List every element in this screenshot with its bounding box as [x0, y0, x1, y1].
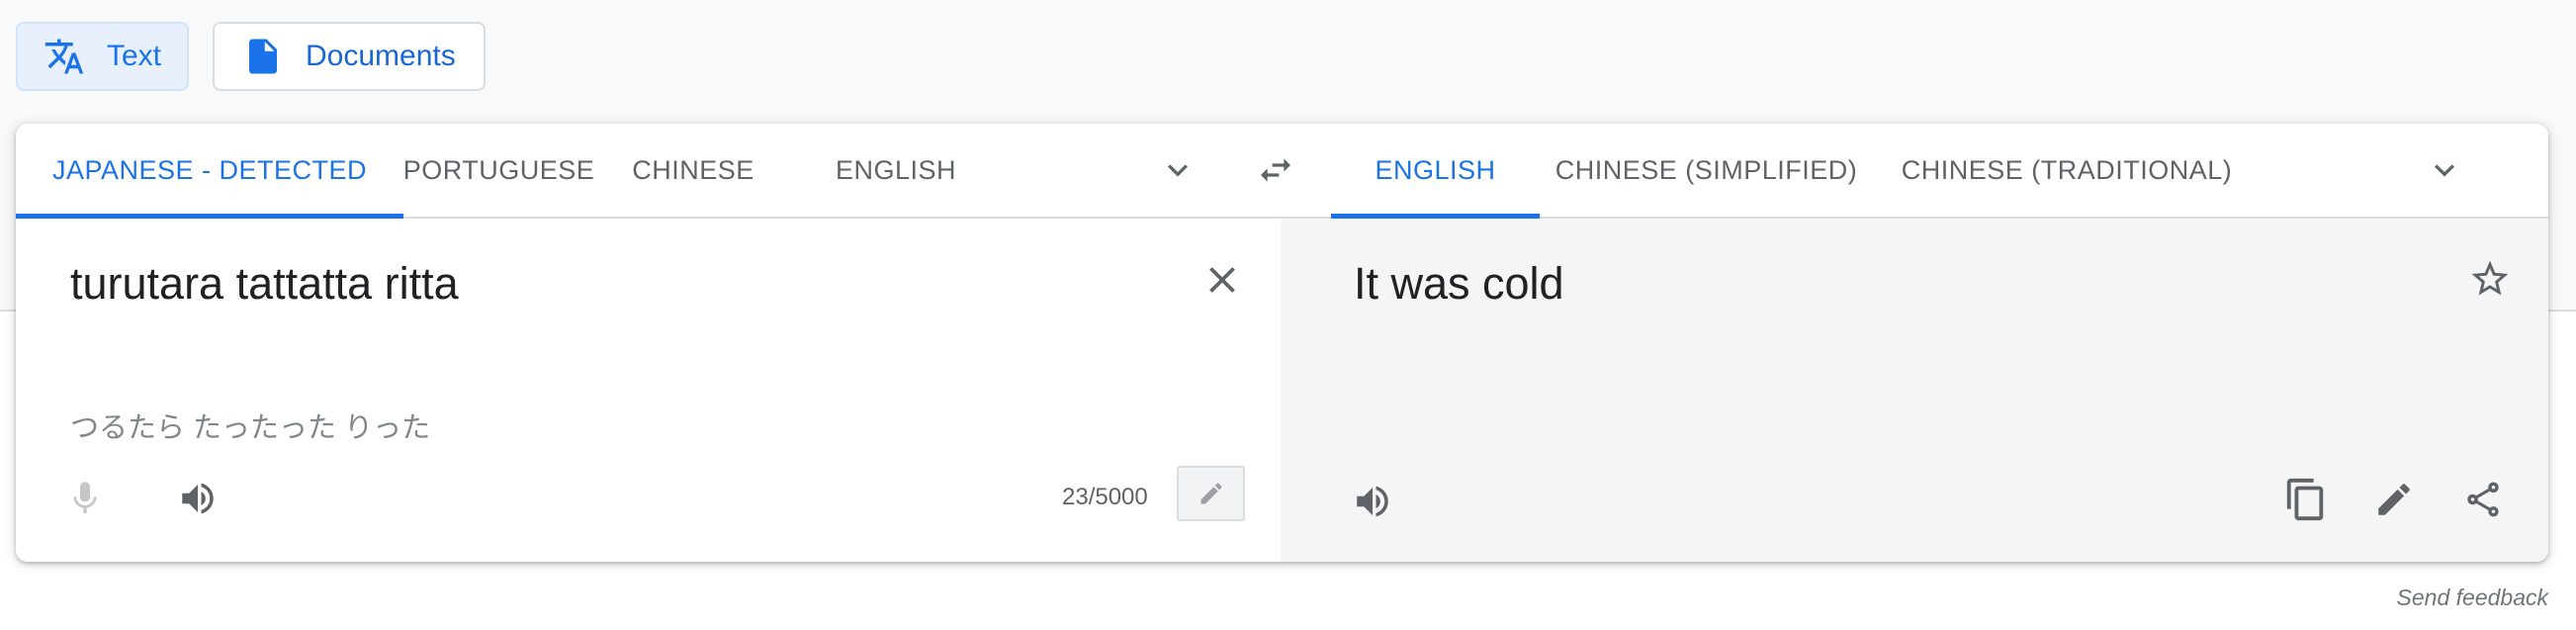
tab-label: CHINESE (SIMPLIFIED) [1554, 154, 1858, 185]
clear-source-button[interactable] [1200, 258, 1244, 302]
suggest-edit-button[interactable] [2371, 477, 2417, 522]
tab-target-chinese-traditional[interactable]: CHINESE (TRADITIONAL) [1873, 124, 2261, 217]
documents-mode-button[interactable]: Documents [213, 22, 486, 91]
swap-icon [1261, 158, 1290, 182]
tab-label: CHINESE [632, 154, 755, 185]
pencil-icon [1200, 483, 1222, 504]
tab-label: PORTUGUESE [402, 154, 595, 185]
translation-pane: It was cold [1281, 219, 2548, 562]
swap-languages-button[interactable] [1254, 148, 1297, 192]
translation-card: JAPANESE - DETECTED PORTUGUESE CHINESE E… [16, 124, 2548, 562]
copy-translation-button[interactable] [2282, 476, 2330, 523]
tab-source-portuguese[interactable]: PORTUGUESE [403, 124, 594, 217]
text-mode-label: Text [107, 40, 162, 72]
tab-source-japanese-detected[interactable]: JAPANESE - DETECTED [16, 124, 403, 219]
close-icon [1209, 267, 1235, 293]
tab-label: ENGLISH [835, 154, 957, 185]
source-more-languages-button[interactable] [1156, 148, 1199, 192]
tab-label: JAPANESE - DETECTED [51, 154, 368, 185]
copy-icon [2286, 478, 2324, 521]
chevron-down-icon [2435, 164, 2454, 177]
tab-label: CHINESE (TRADITIONAL) [1901, 154, 2233, 185]
source-text-input[interactable]: turutara tattatta ritta [70, 258, 459, 310]
source-pane: turutara tattatta ritta つるたら たったった りった 2… [16, 219, 1281, 562]
source-transliteration: つるたら たったった りった [70, 412, 431, 444]
share-translation-button[interactable] [2460, 477, 2506, 522]
microphone-icon [73, 482, 97, 513]
text-mode-button[interactable]: Text [16, 22, 189, 91]
speaker-icon [182, 483, 214, 514]
listen-source-button[interactable] [176, 477, 220, 520]
pencil-icon [2378, 484, 2410, 515]
character-counter: 23/5000 [1062, 484, 1148, 510]
translated-text: It was cold [1354, 258, 1564, 309]
documents-mode-label: Documents [306, 40, 456, 72]
speaker-icon [1357, 486, 1388, 517]
chevron-down-icon [1168, 164, 1188, 177]
translate-icon [44, 36, 85, 77]
tab-source-chinese[interactable]: CHINESE [594, 124, 792, 217]
tab-label: ENGLISH [1375, 154, 1496, 185]
share-icon [2467, 482, 2499, 517]
send-feedback-link[interactable]: Send feedback [2397, 585, 2548, 611]
target-more-languages-button[interactable] [2423, 148, 2466, 192]
microphone-button[interactable] [63, 477, 107, 520]
tab-target-english[interactable]: ENGLISH [1331, 124, 1540, 219]
handwriting-button[interactable] [1177, 466, 1245, 521]
star-icon [2471, 260, 2509, 296]
save-translation-button[interactable] [2467, 256, 2513, 302]
tab-target-chinese-simplified[interactable]: CHINESE (SIMPLIFIED) [1540, 124, 1873, 217]
language-bar: JAPANESE - DETECTED PORTUGUESE CHINESE E… [16, 124, 2548, 219]
tab-source-english[interactable]: ENGLISH [792, 124, 1000, 217]
document-icon [242, 36, 284, 77]
listen-translation-button[interactable] [1351, 480, 1394, 523]
